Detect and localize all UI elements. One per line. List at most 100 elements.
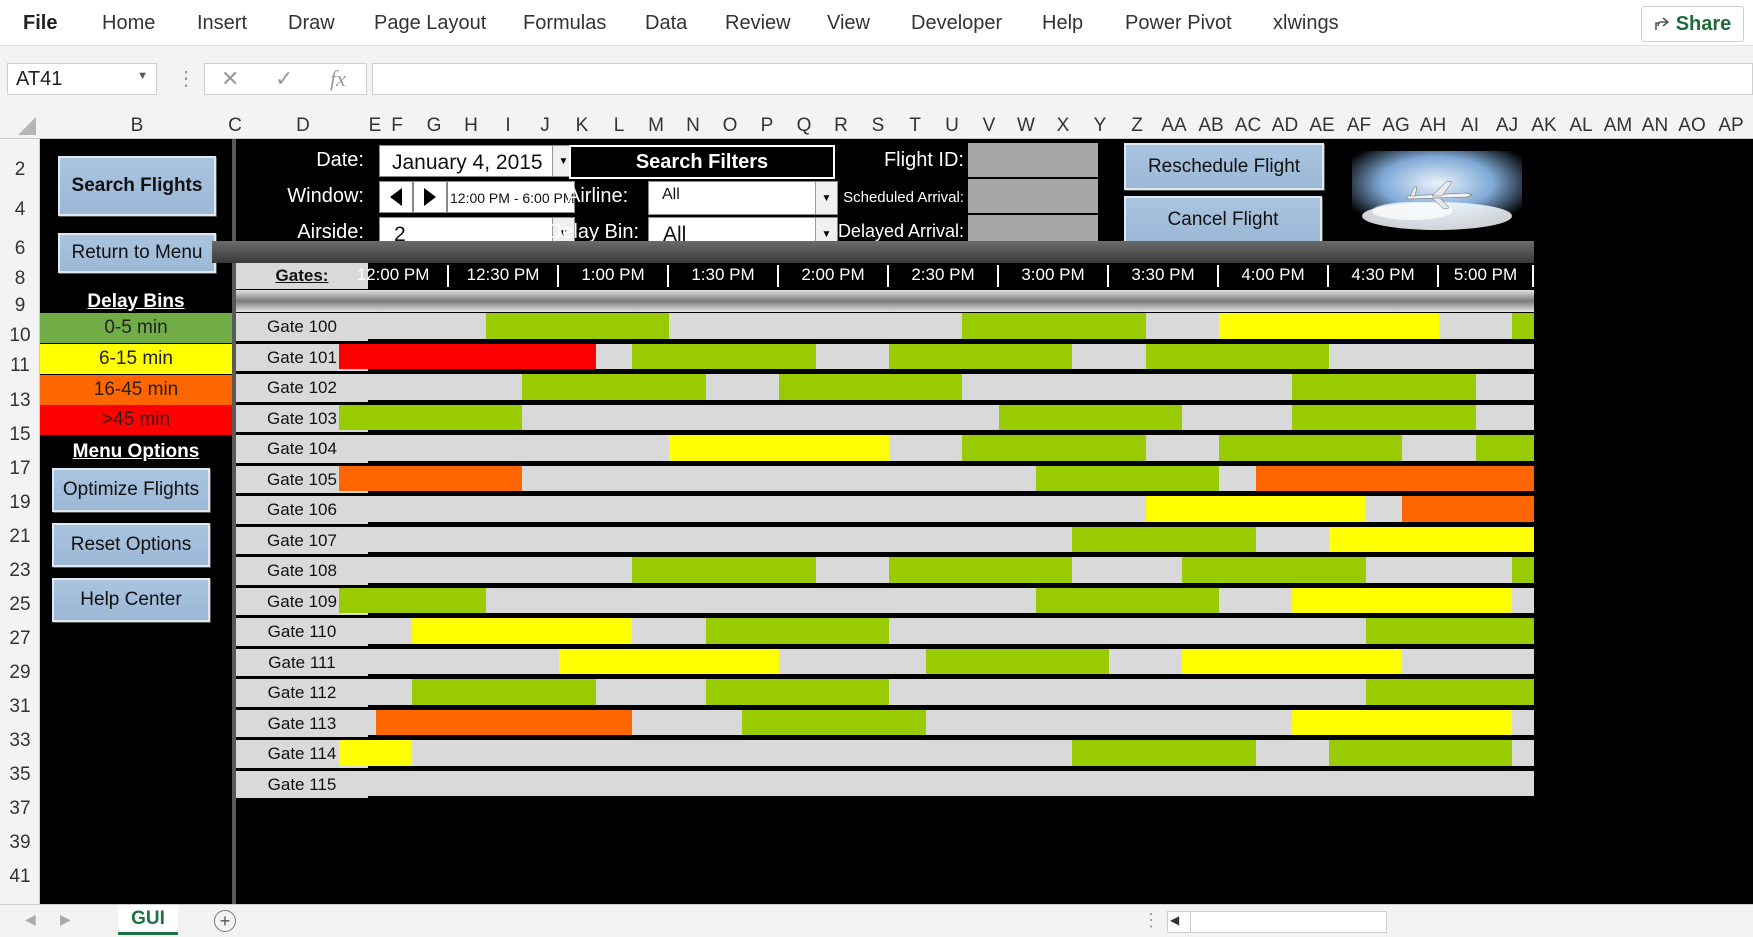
- flight-bar[interactable]: [1219, 435, 1403, 461]
- column-header[interactable]: B: [131, 115, 144, 137]
- tab-home[interactable]: Home: [102, 12, 155, 35]
- cancel-flight-button[interactable]: Cancel Flight: [1124, 196, 1322, 243]
- row-header[interactable]: 8: [0, 268, 40, 290]
- column-header[interactable]: AE: [1309, 115, 1334, 137]
- flight-bar[interactable]: [485, 313, 669, 339]
- column-header[interactable]: AH: [1420, 115, 1446, 137]
- column-header[interactable]: U: [945, 115, 959, 137]
- flight-bar[interactable]: [1035, 587, 1219, 613]
- column-header[interactable]: T: [909, 115, 921, 137]
- return-to-menu-button[interactable]: Return to Menu: [58, 233, 216, 273]
- row-header[interactable]: 27: [0, 628, 40, 650]
- column-header[interactable]: J: [540, 115, 550, 137]
- column-header[interactable]: I: [505, 115, 510, 137]
- column-header[interactable]: S: [872, 115, 885, 137]
- column-header[interactable]: AI: [1461, 115, 1479, 137]
- flight-bar[interactable]: [1292, 404, 1476, 430]
- tab-help[interactable]: Help: [1042, 12, 1083, 35]
- column-header[interactable]: M: [648, 115, 664, 137]
- column-header[interactable]: E: [369, 115, 382, 137]
- flight-bar[interactable]: [999, 404, 1183, 430]
- column-header[interactable]: AD: [1272, 115, 1298, 137]
- column-header[interactable]: Q: [797, 115, 812, 137]
- flight-bar[interactable]: [925, 648, 1109, 674]
- row-header[interactable]: 2: [0, 159, 40, 181]
- flight-bar[interactable]: [339, 740, 413, 766]
- flight-bar[interactable]: [962, 313, 1146, 339]
- flight-bar[interactable]: [339, 587, 486, 613]
- share-button[interactable]: Share: [1641, 6, 1744, 42]
- column-header[interactable]: AA: [1161, 115, 1186, 137]
- column-header[interactable]: AK: [1531, 115, 1556, 137]
- row-header[interactable]: 37: [0, 798, 40, 820]
- reschedule-flight-button[interactable]: Reschedule Flight: [1124, 143, 1324, 190]
- column-header[interactable]: AM: [1604, 115, 1633, 137]
- insert-function-icon[interactable]: fx: [330, 66, 346, 92]
- row-header[interactable]: 33: [0, 730, 40, 752]
- column-header[interactable]: AP: [1718, 115, 1743, 137]
- flight-bar[interactable]: [339, 343, 596, 369]
- flight-bar[interactable]: [1329, 740, 1513, 766]
- chevron-down-icon[interactable]: ▼: [137, 70, 148, 82]
- row-header[interactable]: 17: [0, 458, 40, 480]
- flight-bar[interactable]: [559, 648, 779, 674]
- flight-bar[interactable]: [339, 465, 523, 491]
- flight-bar[interactable]: [632, 557, 816, 583]
- column-header[interactable]: AN: [1642, 115, 1668, 137]
- flight-bar[interactable]: [1182, 648, 1403, 674]
- column-header[interactable]: P: [761, 115, 774, 137]
- flight-bar[interactable]: [1182, 557, 1366, 583]
- tab-file[interactable]: File: [23, 12, 57, 35]
- row-header[interactable]: 23: [0, 560, 40, 582]
- reset-options-button[interactable]: Reset Options: [52, 523, 210, 567]
- scroll-left-icon[interactable]: ◀: [1170, 913, 1179, 927]
- column-header[interactable]: N: [686, 115, 700, 137]
- column-header[interactable]: R: [834, 115, 848, 137]
- flight-bar[interactable]: [1255, 465, 1549, 491]
- cancel-icon[interactable]: ✕: [221, 66, 239, 92]
- formula-input[interactable]: [372, 63, 1753, 95]
- row-header[interactable]: 9: [0, 295, 40, 317]
- name-box[interactable]: AT41 ▼: [7, 63, 157, 95]
- airline-dropdown[interactable]: All ▼: [648, 181, 838, 215]
- tab-power-pivot[interactable]: Power Pivot: [1125, 12, 1232, 35]
- date-dropdown[interactable]: January 4, 2015 ▼: [379, 145, 575, 177]
- row-header[interactable]: 13: [0, 390, 40, 412]
- row-header[interactable]: 21: [0, 526, 40, 548]
- column-header[interactable]: H: [464, 115, 478, 137]
- column-header[interactable]: K: [576, 115, 589, 137]
- flight-bar[interactable]: [742, 709, 926, 735]
- column-header[interactable]: AB: [1198, 115, 1223, 137]
- flight-bar[interactable]: [962, 435, 1146, 461]
- flight-bar[interactable]: [1145, 496, 1366, 522]
- window-prev-button[interactable]: [379, 181, 413, 213]
- flight-bar[interactable]: [889, 557, 1073, 583]
- window-next-button[interactable]: [413, 181, 447, 213]
- column-header[interactable]: AJ: [1496, 115, 1518, 137]
- scheduled-arrival-field[interactable]: [968, 179, 1098, 213]
- flight-bar[interactable]: [1145, 343, 1329, 369]
- row-header[interactable]: 6: [0, 238, 40, 260]
- row-header[interactable]: 29: [0, 662, 40, 684]
- tab-insert[interactable]: Insert: [197, 12, 247, 35]
- row-header[interactable]: 39: [0, 832, 40, 854]
- flight-bar[interactable]: [1292, 709, 1513, 735]
- scroll-tabs-left-icon[interactable]: ◀: [25, 911, 36, 928]
- flight-bar[interactable]: [1292, 587, 1513, 613]
- column-header[interactable]: O: [723, 115, 738, 137]
- confirm-icon[interactable]: ✓: [275, 66, 293, 92]
- row-header[interactable]: 10: [0, 325, 40, 347]
- flight-bar[interactable]: [1292, 374, 1476, 400]
- column-header[interactable]: L: [614, 115, 625, 137]
- select-all-icon[interactable]: [14, 117, 36, 135]
- add-sheet-icon[interactable]: +: [214, 910, 236, 932]
- tab-data[interactable]: Data: [645, 12, 687, 35]
- column-header[interactable]: Y: [1094, 115, 1107, 137]
- flight-bar[interactable]: [339, 404, 523, 430]
- tab-review[interactable]: Review: [725, 12, 791, 35]
- row-header[interactable]: 41: [0, 866, 40, 888]
- tab-xlwings[interactable]: xlwings: [1273, 12, 1339, 35]
- tab-developer[interactable]: Developer: [911, 12, 1002, 35]
- column-header[interactable]: C: [228, 115, 242, 137]
- flight-bar[interactable]: [1365, 618, 1549, 644]
